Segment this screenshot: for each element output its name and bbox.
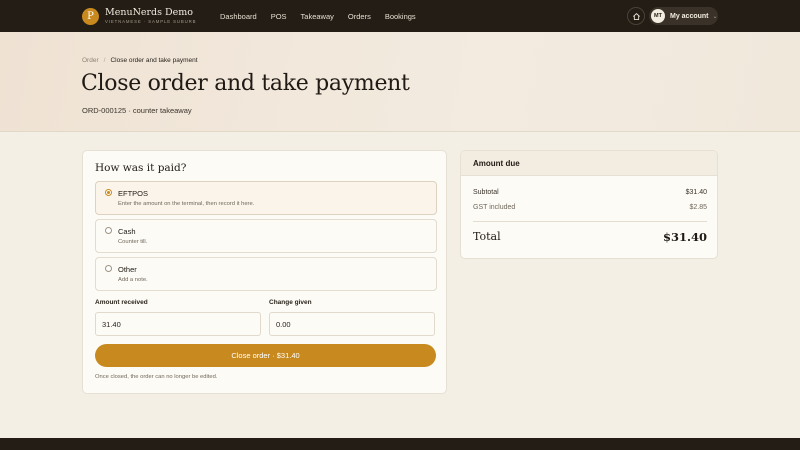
- option-label: Cash: [118, 227, 136, 236]
- breadcrumb: Order / Close order and take payment: [82, 57, 198, 64]
- option-help: Counter till.: [118, 239, 148, 245]
- breadcrumb-order-link[interactable]: Order: [82, 57, 99, 64]
- close-order-note: Once closed, the order can no longer be …: [95, 374, 218, 380]
- nav-link-orders[interactable]: Orders: [348, 12, 371, 21]
- top-nav: P MenuNerds Demo VIETNAMESE · SAMPLE SUB…: [0, 0, 800, 32]
- nav-link-bookings[interactable]: Bookings: [385, 12, 416, 21]
- order-reference: ORD-000125 · counter takeaway: [82, 106, 192, 115]
- radio-eftpos[interactable]: [105, 189, 112, 196]
- close-order-button[interactable]: Close order · $31.40: [95, 344, 436, 367]
- option-help: Add a note.: [118, 277, 148, 283]
- payment-card-title: How was it paid?: [95, 162, 187, 174]
- brand-subtitle: VIETNAMESE · SAMPLE SUBURB: [105, 18, 197, 24]
- nav-links: Dashboard POS Takeaway Orders Bookings: [220, 0, 430, 32]
- brand-name: MenuNerds Demo: [105, 6, 194, 18]
- payment-card: How was it paid? EFTPOS Enter the amount…: [82, 150, 447, 394]
- amount-due-header: Amount due: [461, 151, 717, 176]
- total-value: $31.40: [662, 230, 707, 244]
- option-help: Enter the amount on the terminal, then r…: [118, 201, 255, 207]
- total-label: Total: [473, 230, 501, 243]
- nav-link-pos[interactable]: POS: [271, 12, 287, 21]
- payment-option-eftpos[interactable]: EFTPOS Enter the amount on the terminal,…: [95, 181, 437, 215]
- total-row: Total $31.40: [473, 230, 707, 244]
- account-menu-button[interactable]: MT My account ⌄: [649, 7, 718, 25]
- change-given-label: Change given: [269, 299, 312, 306]
- nav-link-dashboard[interactable]: Dashboard: [220, 12, 257, 21]
- radio-other[interactable]: [105, 265, 112, 272]
- gst-value: $2.85: [689, 204, 707, 211]
- nav-link-takeaway[interactable]: Takeaway: [301, 12, 334, 21]
- amount-received-input[interactable]: 31.40: [95, 312, 261, 336]
- amount-due-title: Amount due: [473, 159, 520, 168]
- home-icon: [632, 12, 640, 20]
- page-header: Order / Close order and take payment Clo…: [0, 32, 800, 132]
- home-button[interactable]: [627, 7, 645, 25]
- chevron-down-icon: ⌄: [712, 13, 718, 20]
- payment-option-other[interactable]: Other Add a note.: [95, 257, 437, 291]
- breadcrumb-current: Close order and take payment: [110, 57, 198, 64]
- option-label: EFTPOS: [118, 189, 149, 198]
- page-title: Close order and take payment: [81, 71, 410, 96]
- amount-due-card: Amount due Subtotal $31.40 GST included …: [460, 150, 718, 259]
- subtotal-label: Subtotal: [473, 189, 499, 196]
- brand-text: MenuNerds Demo VIETNAMESE · SAMPLE SUBUR…: [105, 6, 197, 25]
- breadcrumb-separator: /: [103, 57, 106, 64]
- brand-logo: P: [82, 7, 99, 25]
- amount-received-label: Amount received: [95, 299, 148, 306]
- gst-label: GST included: [473, 204, 516, 211]
- avatar: MT: [651, 9, 665, 23]
- account-label: My account: [670, 12, 709, 20]
- radio-cash[interactable]: [105, 227, 112, 234]
- summary-divider: [473, 221, 707, 222]
- subtotal-row: Subtotal $31.40: [473, 189, 707, 196]
- change-given-input[interactable]: 0.00: [269, 312, 435, 336]
- gst-row: GST included $2.85: [473, 204, 707, 211]
- option-label: Other: [118, 265, 137, 274]
- brand[interactable]: P MenuNerds Demo VIETNAMESE · SAMPLE SUB…: [82, 7, 196, 25]
- payment-option-cash[interactable]: Cash Counter till.: [95, 219, 437, 253]
- subtotal-value: $31.40: [685, 189, 707, 196]
- footer-bar: [0, 438, 800, 450]
